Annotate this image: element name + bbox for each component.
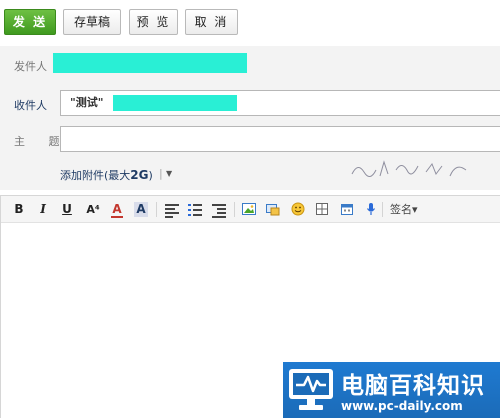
save-draft-button[interactable]: 存草稿 <box>63 9 121 35</box>
to-label[interactable]: 收件人 <box>14 97 47 113</box>
bullet-list-icon[interactable] <box>188 202 202 217</box>
bold-button[interactable]: B <box>14 202 24 217</box>
add-attachment-link[interactable]: 添加附件(最大2G) <box>60 167 153 183</box>
recipient-chip[interactable]: "测试" <box>70 96 103 110</box>
from-label: 发件人 <box>14 60 47 73</box>
emoji-icon[interactable] <box>291 202 305 217</box>
to-input[interactable]: "测试" <box>60 90 500 116</box>
toolbar-divider <box>234 202 235 217</box>
font-size-button[interactable]: A⁴ <box>85 202 101 217</box>
align-icon[interactable] <box>165 202 179 218</box>
attach-dropdown-icon[interactable]: ▼ <box>166 169 172 178</box>
attach-text: 添加附件(最大 <box>60 169 131 182</box>
background-color-button[interactable]: A <box>134 202 148 217</box>
compose-toolbar: 发 送 存草稿 预 览 取 消 <box>0 0 500 46</box>
subject-input[interactable] <box>60 126 500 152</box>
editor-toolbar: B I U A⁴ A A 签名▾ <box>1 196 500 223</box>
indent-icon[interactable] <box>212 202 226 218</box>
site-watermark: 电脑百科知识 www.pc-daily.com <box>283 362 500 418</box>
preview-button[interactable]: 预 览 <box>129 9 178 35</box>
screenshot-icon[interactable] <box>266 202 280 217</box>
sender-redaction <box>53 53 247 73</box>
recipient-redaction <box>113 95 237 111</box>
underline-button[interactable]: U <box>62 202 72 217</box>
send-button[interactable]: 发 送 <box>4 9 56 35</box>
italic-button[interactable]: I <box>38 202 48 217</box>
toolbar-divider <box>156 202 157 217</box>
font-color-button[interactable]: A <box>110 202 124 218</box>
watermark-url: www.pc-daily.com <box>341 399 463 413</box>
attach-text-end: ) <box>148 169 153 182</box>
attach-size: 2G <box>130 168 149 182</box>
watermark-title: 电脑百科知识 <box>341 373 485 399</box>
table-icon[interactable] <box>315 202 329 217</box>
cancel-button[interactable]: 取 消 <box>185 9 238 35</box>
attach-separator: | <box>159 167 163 180</box>
monitor-logo-icon <box>289 369 333 410</box>
insert-image-icon[interactable] <box>242 202 256 217</box>
signature-dropdown[interactable]: 签名▾ <box>390 202 424 217</box>
microphone-icon[interactable] <box>364 202 378 217</box>
toolbar-divider <box>382 202 383 217</box>
calendar-icon[interactable] <box>340 202 354 217</box>
signature-sketch <box>351 160 467 177</box>
